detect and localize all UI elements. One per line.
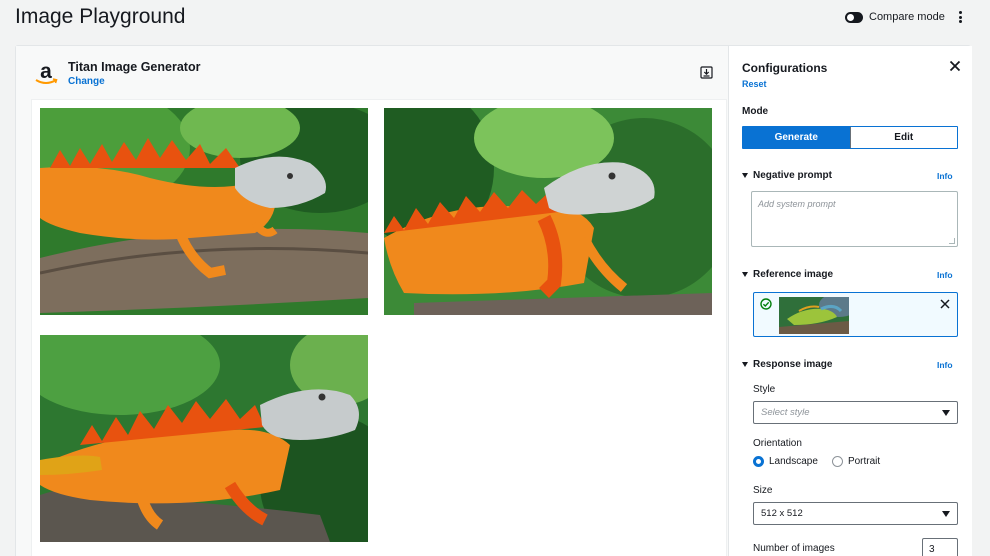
reference-image-token [753, 292, 958, 337]
style-label: Style [753, 384, 776, 395]
negative-prompt-input[interactable]: Add system prompt [751, 191, 958, 247]
resize-handle-icon[interactable] [949, 238, 955, 244]
negative-prompt-label: Negative prompt [753, 170, 832, 181]
configurations-title: Configurations [742, 61, 828, 75]
style-placeholder: Select style [761, 407, 810, 418]
model-name: Titan Image Generator [68, 60, 201, 74]
reference-image-thumbnail [779, 297, 849, 334]
playground-panel: a Titan Image Generator Change Configura… [15, 45, 972, 556]
compare-mode-label: Compare mode [869, 11, 945, 23]
caret-down-icon [742, 272, 748, 277]
size-value: 512 x 512 [761, 508, 803, 519]
change-model-link[interactable]: Change [68, 76, 105, 87]
response-image-info-link[interactable]: Info [937, 360, 953, 370]
configurations-panel: Configurations Reset Mode Generate Edit … [728, 46, 972, 556]
download-icon[interactable] [700, 66, 713, 79]
reference-image-section-toggle[interactable]: Reference image [742, 269, 833, 280]
generated-image-2[interactable] [384, 108, 712, 315]
remove-image-icon[interactable] [940, 299, 950, 309]
mode-edit-button[interactable]: Edit [849, 127, 957, 148]
model-header: a Titan Image Generator Change [32, 58, 722, 92]
svg-text:a: a [40, 60, 52, 83]
style-select[interactable]: Select style [753, 401, 958, 424]
portrait-radio[interactable] [831, 456, 843, 467]
success-check-icon [760, 298, 772, 310]
mode-generate-button[interactable]: Generate [743, 127, 850, 148]
amazon-logo-icon: a [35, 60, 58, 84]
response-image-label: Response image [753, 359, 833, 370]
generated-image-3[interactable] [40, 335, 368, 542]
orientation-radio-group: Landscape Portrait [753, 456, 880, 467]
generated-image-1[interactable] [40, 108, 368, 315]
mode-segmented-control: Generate Edit [742, 126, 958, 149]
reference-image-label: Reference image [753, 269, 834, 280]
size-label: Size [753, 485, 773, 496]
reset-link[interactable]: Reset [742, 79, 767, 89]
landscape-radio[interactable] [753, 456, 764, 467]
number-of-images-input[interactable]: 3 [922, 538, 958, 556]
size-select[interactable]: 512 x 512 [753, 502, 958, 525]
toggle-switch-icon[interactable] [845, 11, 863, 23]
page-title: Image Playground [15, 5, 186, 28]
compare-mode-toggle[interactable]: Compare mode [845, 11, 945, 23]
caret-down-icon [742, 362, 748, 367]
response-image-section-toggle[interactable]: Response image [742, 359, 832, 370]
negative-prompt-section-toggle[interactable]: Negative prompt [742, 170, 832, 181]
top-bar: Image Playground Compare mode [0, 0, 990, 38]
more-options-icon[interactable] [955, 9, 965, 25]
portrait-label: Portrait [847, 456, 881, 467]
negative-prompt-placeholder: Add system prompt [758, 199, 836, 209]
orientation-label: Orientation [753, 438, 802, 449]
number-of-images-label: Number of images [753, 543, 835, 554]
output-area: a Titan Image Generator Change [16, 46, 728, 556]
caret-down-icon [742, 173, 748, 178]
caret-down-icon [942, 410, 950, 416]
mode-label: Mode [742, 106, 769, 117]
landscape-label: Landscape [769, 456, 818, 467]
negative-prompt-info-link[interactable]: Info [937, 171, 953, 181]
close-icon[interactable] [949, 60, 961, 72]
reference-image-info-link[interactable]: Info [937, 270, 953, 280]
image-gallery [31, 99, 727, 556]
caret-down-icon [942, 511, 950, 517]
